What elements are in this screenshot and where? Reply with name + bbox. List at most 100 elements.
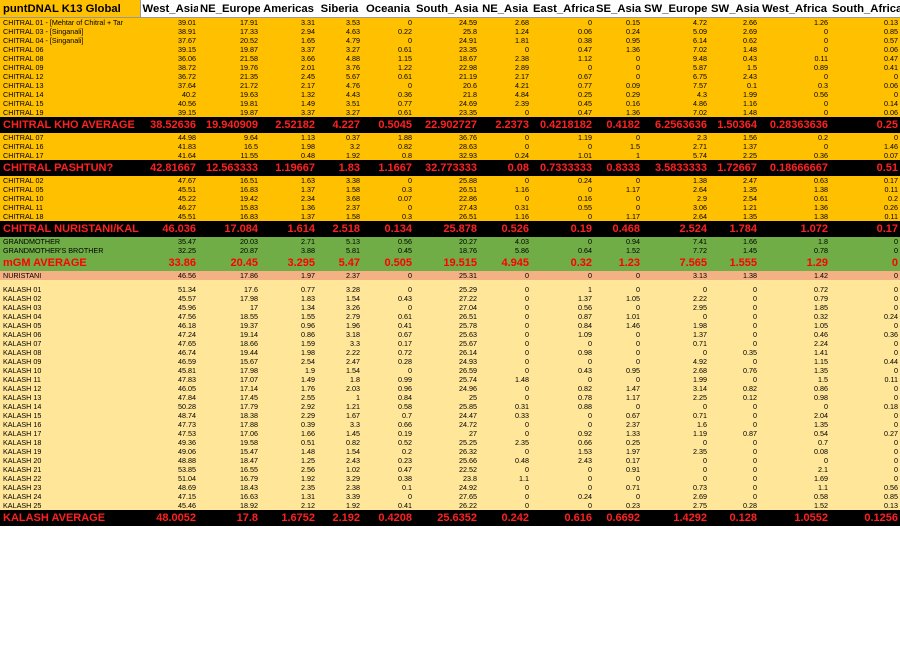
value-cell[interactable]: 16.79 (198, 474, 260, 483)
value-cell[interactable]: 1.83 (317, 160, 362, 176)
value-cell[interactable]: 47.15 (140, 492, 198, 501)
value-cell[interactable]: 0.94 (594, 237, 642, 246)
value-cell[interactable]: 0.84 (531, 321, 594, 330)
value-cell[interactable]: 0.43 (362, 294, 414, 303)
value-cell[interactable]: 1 (317, 393, 362, 402)
value-cell[interactable]: 0.61 (759, 194, 830, 203)
value-cell[interactable]: 0 (531, 501, 594, 510)
header-cell[interactable]: Oceania (362, 0, 414, 18)
value-cell[interactable]: 1.36 (759, 203, 830, 212)
value-cell[interactable]: 1.19 (642, 429, 709, 438)
value-cell[interactable]: 0.06 (830, 81, 900, 90)
value-cell[interactable]: 47.56 (140, 312, 198, 321)
value-cell[interactable]: 0 (362, 17, 414, 27)
value-cell[interactable]: 2.71 (260, 237, 317, 246)
value-cell[interactable]: 3.06 (642, 203, 709, 212)
value-cell[interactable]: 24.93 (414, 357, 479, 366)
value-cell[interactable]: 9.64 (198, 133, 260, 142)
value-cell[interactable]: 2.64 (642, 185, 709, 194)
row-label-cell[interactable]: CHITRAL 14 (0, 90, 140, 99)
value-cell[interactable]: 24.96 (414, 384, 479, 393)
value-cell[interactable]: 51.04 (140, 474, 198, 483)
value-cell[interactable]: 3.18 (317, 330, 362, 339)
value-cell[interactable]: 3.27 (317, 45, 362, 54)
value-cell[interactable]: 1.36 (594, 45, 642, 54)
value-cell[interactable]: 1.5 (594, 142, 642, 151)
value-cell[interactable]: 5.74 (642, 151, 709, 160)
value-cell[interactable]: 17.98 (198, 366, 260, 375)
value-cell[interactable]: 0.4208 (362, 510, 414, 526)
value-cell[interactable]: 0 (531, 474, 594, 483)
value-cell[interactable]: 0.24 (531, 176, 594, 185)
value-cell[interactable]: 24.91 (414, 36, 479, 45)
value-cell[interactable]: 3.88 (260, 246, 317, 255)
value-cell[interactable]: 1.614 (260, 221, 317, 237)
value-cell[interactable]: 0 (830, 366, 900, 375)
value-cell[interactable]: 0.23 (594, 501, 642, 510)
value-cell[interactable]: 0 (479, 321, 531, 330)
value-cell[interactable]: 0 (479, 294, 531, 303)
value-cell[interactable]: 0 (709, 294, 759, 303)
value-cell[interactable]: 0.08 (479, 160, 531, 176)
value-cell[interactable]: 49.06 (140, 447, 198, 456)
value-cell[interactable]: 2.37 (317, 271, 362, 280)
value-cell[interactable]: 1.555 (709, 255, 759, 271)
value-cell[interactable]: 0 (531, 237, 594, 246)
value-cell[interactable]: 4.21 (479, 81, 531, 90)
value-cell[interactable]: 4.92 (642, 357, 709, 366)
value-cell[interactable]: 0.71 (642, 411, 709, 420)
value-cell[interactable]: 1.6 (642, 420, 709, 429)
value-cell[interactable]: 4.43 (317, 90, 362, 99)
value-cell[interactable]: 47.73 (140, 420, 198, 429)
value-cell[interactable]: 7.41 (642, 237, 709, 246)
value-cell[interactable]: 38.91 (140, 27, 198, 36)
value-cell[interactable]: 0 (594, 54, 642, 63)
value-cell[interactable]: 0 (362, 303, 414, 312)
header-cell[interactable]: SE_Asia (594, 0, 642, 18)
value-cell[interactable]: 0.47 (362, 465, 414, 474)
value-cell[interactable]: 1.01 (531, 151, 594, 160)
value-cell[interactable]: 15.67 (198, 357, 260, 366)
value-cell[interactable]: 1.05 (759, 321, 830, 330)
row-label-cell[interactable]: KALASH 08 (0, 348, 140, 357)
value-cell[interactable]: 0.3 (759, 81, 830, 90)
value-cell[interactable]: 3.3 (317, 339, 362, 348)
value-cell[interactable]: 0.95 (594, 36, 642, 45)
value-cell[interactable]: 0 (709, 312, 759, 321)
value-cell[interactable]: 0 (479, 285, 531, 294)
value-cell[interactable]: 2.45 (260, 72, 317, 81)
value-cell[interactable]: 9.48 (642, 54, 709, 63)
value-cell[interactable]: 45.96 (140, 303, 198, 312)
value-cell[interactable]: 0 (709, 402, 759, 411)
value-cell[interactable]: 17.79 (198, 402, 260, 411)
value-cell[interactable]: 24.59 (414, 17, 479, 27)
value-cell[interactable]: 25.8 (414, 27, 479, 36)
value-cell[interactable]: 2.75 (642, 501, 709, 510)
value-cell[interactable]: 17.88 (198, 420, 260, 429)
value-cell[interactable]: 1.96 (317, 321, 362, 330)
value-cell[interactable]: 0 (642, 465, 709, 474)
row-label-cell[interactable]: CHITRAL 16 (0, 142, 140, 151)
value-cell[interactable]: 21.19 (414, 72, 479, 81)
value-cell[interactable]: 1.48 (479, 375, 531, 384)
value-cell[interactable]: 0.98 (531, 348, 594, 357)
value-cell[interactable]: 1.36 (260, 203, 317, 212)
value-cell[interactable]: 50.28 (140, 402, 198, 411)
value-cell[interactable]: 0 (479, 271, 531, 280)
value-cell[interactable]: 46.74 (140, 348, 198, 357)
value-cell[interactable]: 0 (830, 393, 900, 402)
value-cell[interactable]: 1.83 (260, 294, 317, 303)
value-cell[interactable]: 1.53 (531, 447, 594, 456)
value-cell[interactable]: 0 (709, 456, 759, 465)
value-cell[interactable]: 1.6752 (260, 510, 317, 526)
header-cell[interactable]: West_Asia (140, 0, 198, 18)
row-label-cell[interactable]: CHITRAL 03 - [Singanali] (0, 27, 140, 36)
value-cell[interactable]: 0 (362, 81, 414, 90)
value-cell[interactable]: 22.52 (414, 465, 479, 474)
value-cell[interactable]: 0.86 (759, 384, 830, 393)
value-cell[interactable]: 0 (479, 303, 531, 312)
value-cell[interactable]: 1.02 (317, 465, 362, 474)
value-cell[interactable]: 0.17 (830, 221, 900, 237)
value-cell[interactable]: 1.38 (642, 176, 709, 185)
value-cell[interactable]: 1.49 (260, 99, 317, 108)
